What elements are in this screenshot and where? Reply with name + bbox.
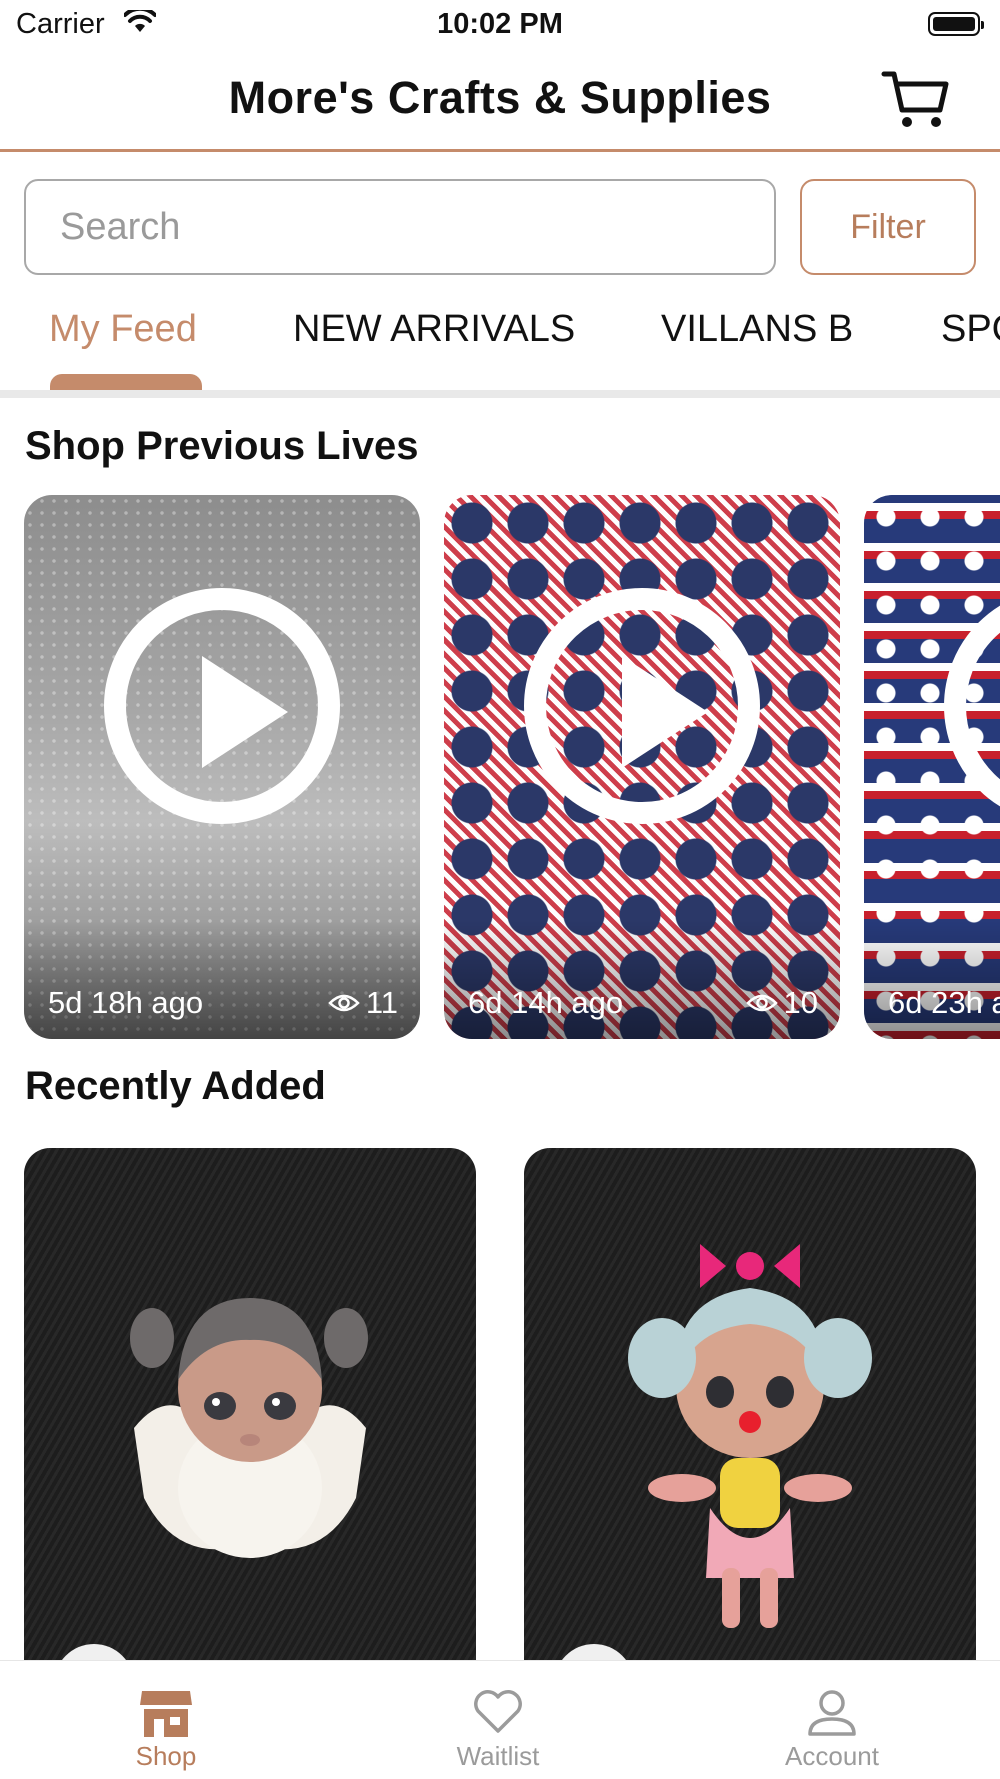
live-time-ago: 6d 23h ago — [888, 985, 1000, 1020]
filter-button[interactable]: Filter — [800, 179, 976, 275]
live-card[interactable]: 6d 14h ago 10 — [444, 495, 840, 1039]
heart-icon — [474, 1690, 522, 1733]
nav-shop[interactable]: Shop — [66, 1661, 266, 1779]
view-count-value: 10 — [783, 985, 818, 1020]
product-card[interactable] — [524, 1148, 976, 1660]
play-icon[interactable] — [944, 588, 1000, 824]
status-bar: Carrier 10:02 PM — [0, 0, 1000, 50]
view-count: 10 — [745, 985, 818, 1021]
search-input[interactable] — [24, 179, 776, 275]
tab-villans-b[interactable]: VILLANS B — [661, 308, 853, 351]
store-title: More's Crafts & Supplies — [228, 72, 772, 123]
nav-label: Account — [785, 1741, 879, 1771]
view-count: 11 — [328, 985, 398, 1021]
store-icon — [140, 1691, 192, 1737]
play-icon[interactable] — [104, 588, 340, 824]
recently-added-heading: Recently Added — [25, 1064, 326, 1108]
tab-my-feed[interactable]: My Feed — [49, 308, 197, 351]
live-card[interactable]: 5d 18h ago 11 — [24, 495, 420, 1039]
tab-spo[interactable]: SPO — [941, 308, 1000, 351]
recently-added-grid — [0, 1148, 1000, 1660]
nav-label: Shop — [135, 1741, 197, 1771]
nav-account[interactable]: Account — [732, 1661, 932, 1779]
product-card[interactable] — [24, 1148, 476, 1660]
nav-label: Waitlist — [456, 1741, 540, 1771]
product-image — [130, 1298, 368, 1558]
eye-icon — [745, 994, 778, 1012]
nav-waitlist[interactable]: Waitlist — [398, 1661, 598, 1779]
cart-icon[interactable] — [880, 68, 952, 132]
user-icon — [808, 1690, 856, 1736]
previous-lives-heading: Shop Previous Lives — [25, 424, 419, 468]
live-time-ago: 6d 14h ago — [468, 985, 624, 1020]
clock: 10:02 PM — [437, 8, 563, 40]
previous-lives-carousel[interactable]: 5d 18h ago 11 6d 14h ago 10 6d 23h ago — [0, 495, 1000, 1040]
play-icon[interactable] — [524, 588, 760, 824]
tab-new-arrivals[interactable]: NEW ARRIVALS — [293, 308, 575, 351]
app-header: More's Crafts & Supplies — [0, 50, 1000, 152]
eye-icon — [328, 994, 360, 1012]
product-image — [628, 1244, 872, 1628]
bottom-tab-bar: Shop Waitlist Account — [0, 1660, 1000, 1779]
battery-icon — [928, 12, 984, 36]
live-time-ago: 5d 18h ago — [48, 985, 204, 1020]
divider — [0, 390, 1000, 398]
view-count-value: 11 — [365, 985, 398, 1020]
live-card[interactable]: 6d 23h ago — [864, 495, 1000, 1039]
